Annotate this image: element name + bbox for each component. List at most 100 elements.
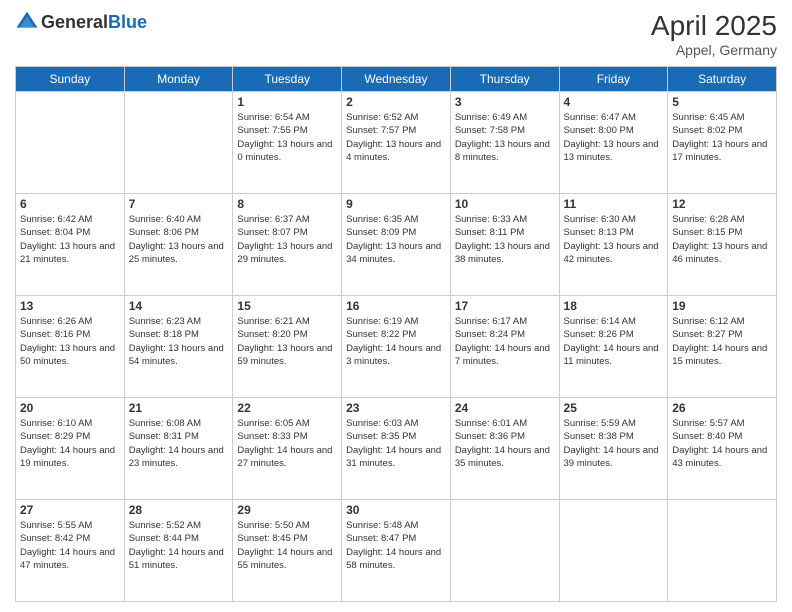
- day-info: Sunrise: 5:57 AMSunset: 8:40 PMDaylight:…: [672, 417, 772, 470]
- day-info: Sunrise: 6:17 AMSunset: 8:24 PMDaylight:…: [455, 315, 555, 368]
- day-of-week-header: Tuesday: [233, 67, 342, 92]
- day-number: 4: [564, 95, 664, 109]
- day-info: Sunrise: 6:28 AMSunset: 8:15 PMDaylight:…: [672, 213, 772, 266]
- calendar-cell: 26Sunrise: 5:57 AMSunset: 8:40 PMDayligh…: [668, 398, 777, 500]
- calendar-week-row: 13 Sunrise: 6:26 AMSunset: 8:16 PMDayligh…: [16, 296, 777, 398]
- day-number: 27: [20, 503, 120, 517]
- calendar-cell: 20 Sunrise: 6:10 AMSunset: 8:29 PMDayligh…: [16, 398, 125, 500]
- day-number: 12: [672, 197, 772, 211]
- day-number: 20: [20, 401, 120, 415]
- day-number: 13: [20, 299, 120, 313]
- day-of-week-header: Sunday: [16, 67, 125, 92]
- day-info: Sunrise: 6:19 AMSunset: 8:22 PMDaylight:…: [346, 315, 446, 368]
- month-year: April 2025: [651, 10, 777, 42]
- calendar-cell: 5 Sunrise: 6:45 AMSunset: 8:02 PMDaylight…: [668, 92, 777, 194]
- day-number: 8: [237, 197, 337, 211]
- calendar-cell: 11Sunrise: 6:30 AMSunset: 8:13 PMDayligh…: [559, 194, 668, 296]
- day-number: 22: [237, 401, 337, 415]
- day-number: 30: [346, 503, 446, 517]
- day-number: 15: [237, 299, 337, 313]
- calendar-cell: [124, 92, 233, 194]
- calendar-cell: [450, 500, 559, 602]
- day-number: 28: [129, 503, 229, 517]
- day-info: Sunrise: 6:35 AMSunset: 8:09 PMDaylight:…: [346, 213, 446, 266]
- day-info: Sunrise: 6:14 AMSunset: 8:26 PMDaylight:…: [564, 315, 664, 368]
- logo-blue: Blue: [108, 12, 147, 32]
- day-number: 14: [129, 299, 229, 313]
- logo-text: GeneralBlue: [41, 12, 147, 33]
- calendar-cell: 25 Sunrise: 5:59 AMSunset: 8:38 PMDayligh…: [559, 398, 668, 500]
- calendar-cell: 16 Sunrise: 6:19 AMSunset: 8:22 PMDayligh…: [342, 296, 451, 398]
- calendar-cell: 28 Sunrise: 5:52 AMSunset: 8:44 PMDayligh…: [124, 500, 233, 602]
- day-of-week-header: Monday: [124, 67, 233, 92]
- day-info: Sunrise: 5:52 AMSunset: 8:44 PMDaylight:…: [129, 519, 229, 572]
- day-number: 10: [455, 197, 555, 211]
- calendar-cell: 19Sunrise: 6:12 AMSunset: 8:27 PMDayligh…: [668, 296, 777, 398]
- day-number: 7: [129, 197, 229, 211]
- calendar-cell: 21 Sunrise: 6:08 AMSunset: 8:31 PMDayligh…: [124, 398, 233, 500]
- logo-general: General: [41, 12, 108, 32]
- calendar-week-row: 1Sunrise: 6:54 AMSunset: 7:55 PMDaylight…: [16, 92, 777, 194]
- day-info: Sunrise: 6:30 AMSunset: 8:13 PMDaylight:…: [564, 213, 664, 266]
- calendar-week-row: 6Sunrise: 6:42 AMSunset: 8:04 PMDaylight…: [16, 194, 777, 296]
- day-info: Sunrise: 6:21 AMSunset: 8:20 PMDaylight:…: [237, 315, 337, 368]
- day-info: Sunrise: 6:01 AMSunset: 8:36 PMDaylight:…: [455, 417, 555, 470]
- day-info: Sunrise: 5:55 AMSunset: 8:42 PMDaylight:…: [20, 519, 120, 572]
- day-info: Sunrise: 6:40 AMSunset: 8:06 PMDaylight:…: [129, 213, 229, 266]
- calendar-cell: 9 Sunrise: 6:35 AMSunset: 8:09 PMDaylight…: [342, 194, 451, 296]
- day-of-week-header: Wednesday: [342, 67, 451, 92]
- day-number: 3: [455, 95, 555, 109]
- location: Appel, Germany: [651, 42, 777, 58]
- calendar-cell: 18 Sunrise: 6:14 AMSunset: 8:26 PMDayligh…: [559, 296, 668, 398]
- page: GeneralBlue April 2025 Appel, Germany Su…: [0, 0, 792, 612]
- calendar-cell: 10 Sunrise: 6:33 AMSunset: 8:11 PMDayligh…: [450, 194, 559, 296]
- day-info: Sunrise: 5:59 AMSunset: 8:38 PMDaylight:…: [564, 417, 664, 470]
- day-number: 16: [346, 299, 446, 313]
- day-info: Sunrise: 6:26 AMSunset: 8:16 PMDaylight:…: [20, 315, 120, 368]
- logo-icon: [15, 10, 39, 34]
- calendar-cell: [668, 500, 777, 602]
- calendar-cell: 1Sunrise: 6:54 AMSunset: 7:55 PMDaylight…: [233, 92, 342, 194]
- calendar-cell: 6Sunrise: 6:42 AMSunset: 8:04 PMDaylight…: [16, 194, 125, 296]
- calendar-cell: 29 Sunrise: 5:50 AMSunset: 8:45 PMDayligh…: [233, 500, 342, 602]
- day-info: Sunrise: 6:33 AMSunset: 8:11 PMDaylight:…: [455, 213, 555, 266]
- day-number: 18: [564, 299, 664, 313]
- calendar-cell: 8Sunrise: 6:37 AMSunset: 8:07 PMDaylight…: [233, 194, 342, 296]
- calendar-cell: [16, 92, 125, 194]
- day-of-week-header: Saturday: [668, 67, 777, 92]
- calendar-cell: 2Sunrise: 6:52 AMSunset: 7:57 PMDaylight…: [342, 92, 451, 194]
- calendar-cell: 27 Sunrise: 5:55 AMSunset: 8:42 PMDayligh…: [16, 500, 125, 602]
- day-number: 5: [672, 95, 772, 109]
- calendar-cell: 23 Sunrise: 6:03 AMSunset: 8:35 PMDayligh…: [342, 398, 451, 500]
- day-info: Sunrise: 6:52 AMSunset: 7:57 PMDaylight:…: [346, 111, 446, 164]
- calendar-cell: 13 Sunrise: 6:26 AMSunset: 8:16 PMDayligh…: [16, 296, 125, 398]
- day-info: Sunrise: 6:47 AMSunset: 8:00 PMDaylight:…: [564, 111, 664, 164]
- calendar-cell: 12 Sunrise: 6:28 AMSunset: 8:15 PMDayligh…: [668, 194, 777, 296]
- day-info: Sunrise: 6:12 AMSunset: 8:27 PMDaylight:…: [672, 315, 772, 368]
- day-info: Sunrise: 6:49 AMSunset: 7:58 PMDaylight:…: [455, 111, 555, 164]
- day-info: Sunrise: 6:23 AMSunset: 8:18 PMDaylight:…: [129, 315, 229, 368]
- calendar-cell: 4 Sunrise: 6:47 AMSunset: 8:00 PMDaylight…: [559, 92, 668, 194]
- calendar-cell: 3 Sunrise: 6:49 AMSunset: 7:58 PMDaylight…: [450, 92, 559, 194]
- day-info: Sunrise: 6:03 AMSunset: 8:35 PMDaylight:…: [346, 417, 446, 470]
- calendar-cell: 15 Sunrise: 6:21 AMSunset: 8:20 PMDayligh…: [233, 296, 342, 398]
- header: GeneralBlue April 2025 Appel, Germany: [15, 10, 777, 58]
- day-number: 25: [564, 401, 664, 415]
- calendar-cell: 14 Sunrise: 6:23 AMSunset: 8:18 PMDayligh…: [124, 296, 233, 398]
- day-info: Sunrise: 6:08 AMSunset: 8:31 PMDaylight:…: [129, 417, 229, 470]
- day-info: Sunrise: 6:10 AMSunset: 8:29 PMDaylight:…: [20, 417, 120, 470]
- calendar-week-row: 27 Sunrise: 5:55 AMSunset: 8:42 PMDayligh…: [16, 500, 777, 602]
- day-info: Sunrise: 6:54 AMSunset: 7:55 PMDaylight:…: [237, 111, 337, 164]
- day-number: 23: [346, 401, 446, 415]
- day-info: Sunrise: 5:50 AMSunset: 8:45 PMDaylight:…: [237, 519, 337, 572]
- calendar-cell: [559, 500, 668, 602]
- calendar-cell: 30 Sunrise: 5:48 AMSunset: 8:47 PMDayligh…: [342, 500, 451, 602]
- day-number: 29: [237, 503, 337, 517]
- day-number: 17: [455, 299, 555, 313]
- calendar-week-row: 20 Sunrise: 6:10 AMSunset: 8:29 PMDayligh…: [16, 398, 777, 500]
- day-number: 9: [346, 197, 446, 211]
- day-number: 21: [129, 401, 229, 415]
- day-info: Sunrise: 5:48 AMSunset: 8:47 PMDaylight:…: [346, 519, 446, 572]
- title-block: April 2025 Appel, Germany: [651, 10, 777, 58]
- day-info: Sunrise: 6:45 AMSunset: 8:02 PMDaylight:…: [672, 111, 772, 164]
